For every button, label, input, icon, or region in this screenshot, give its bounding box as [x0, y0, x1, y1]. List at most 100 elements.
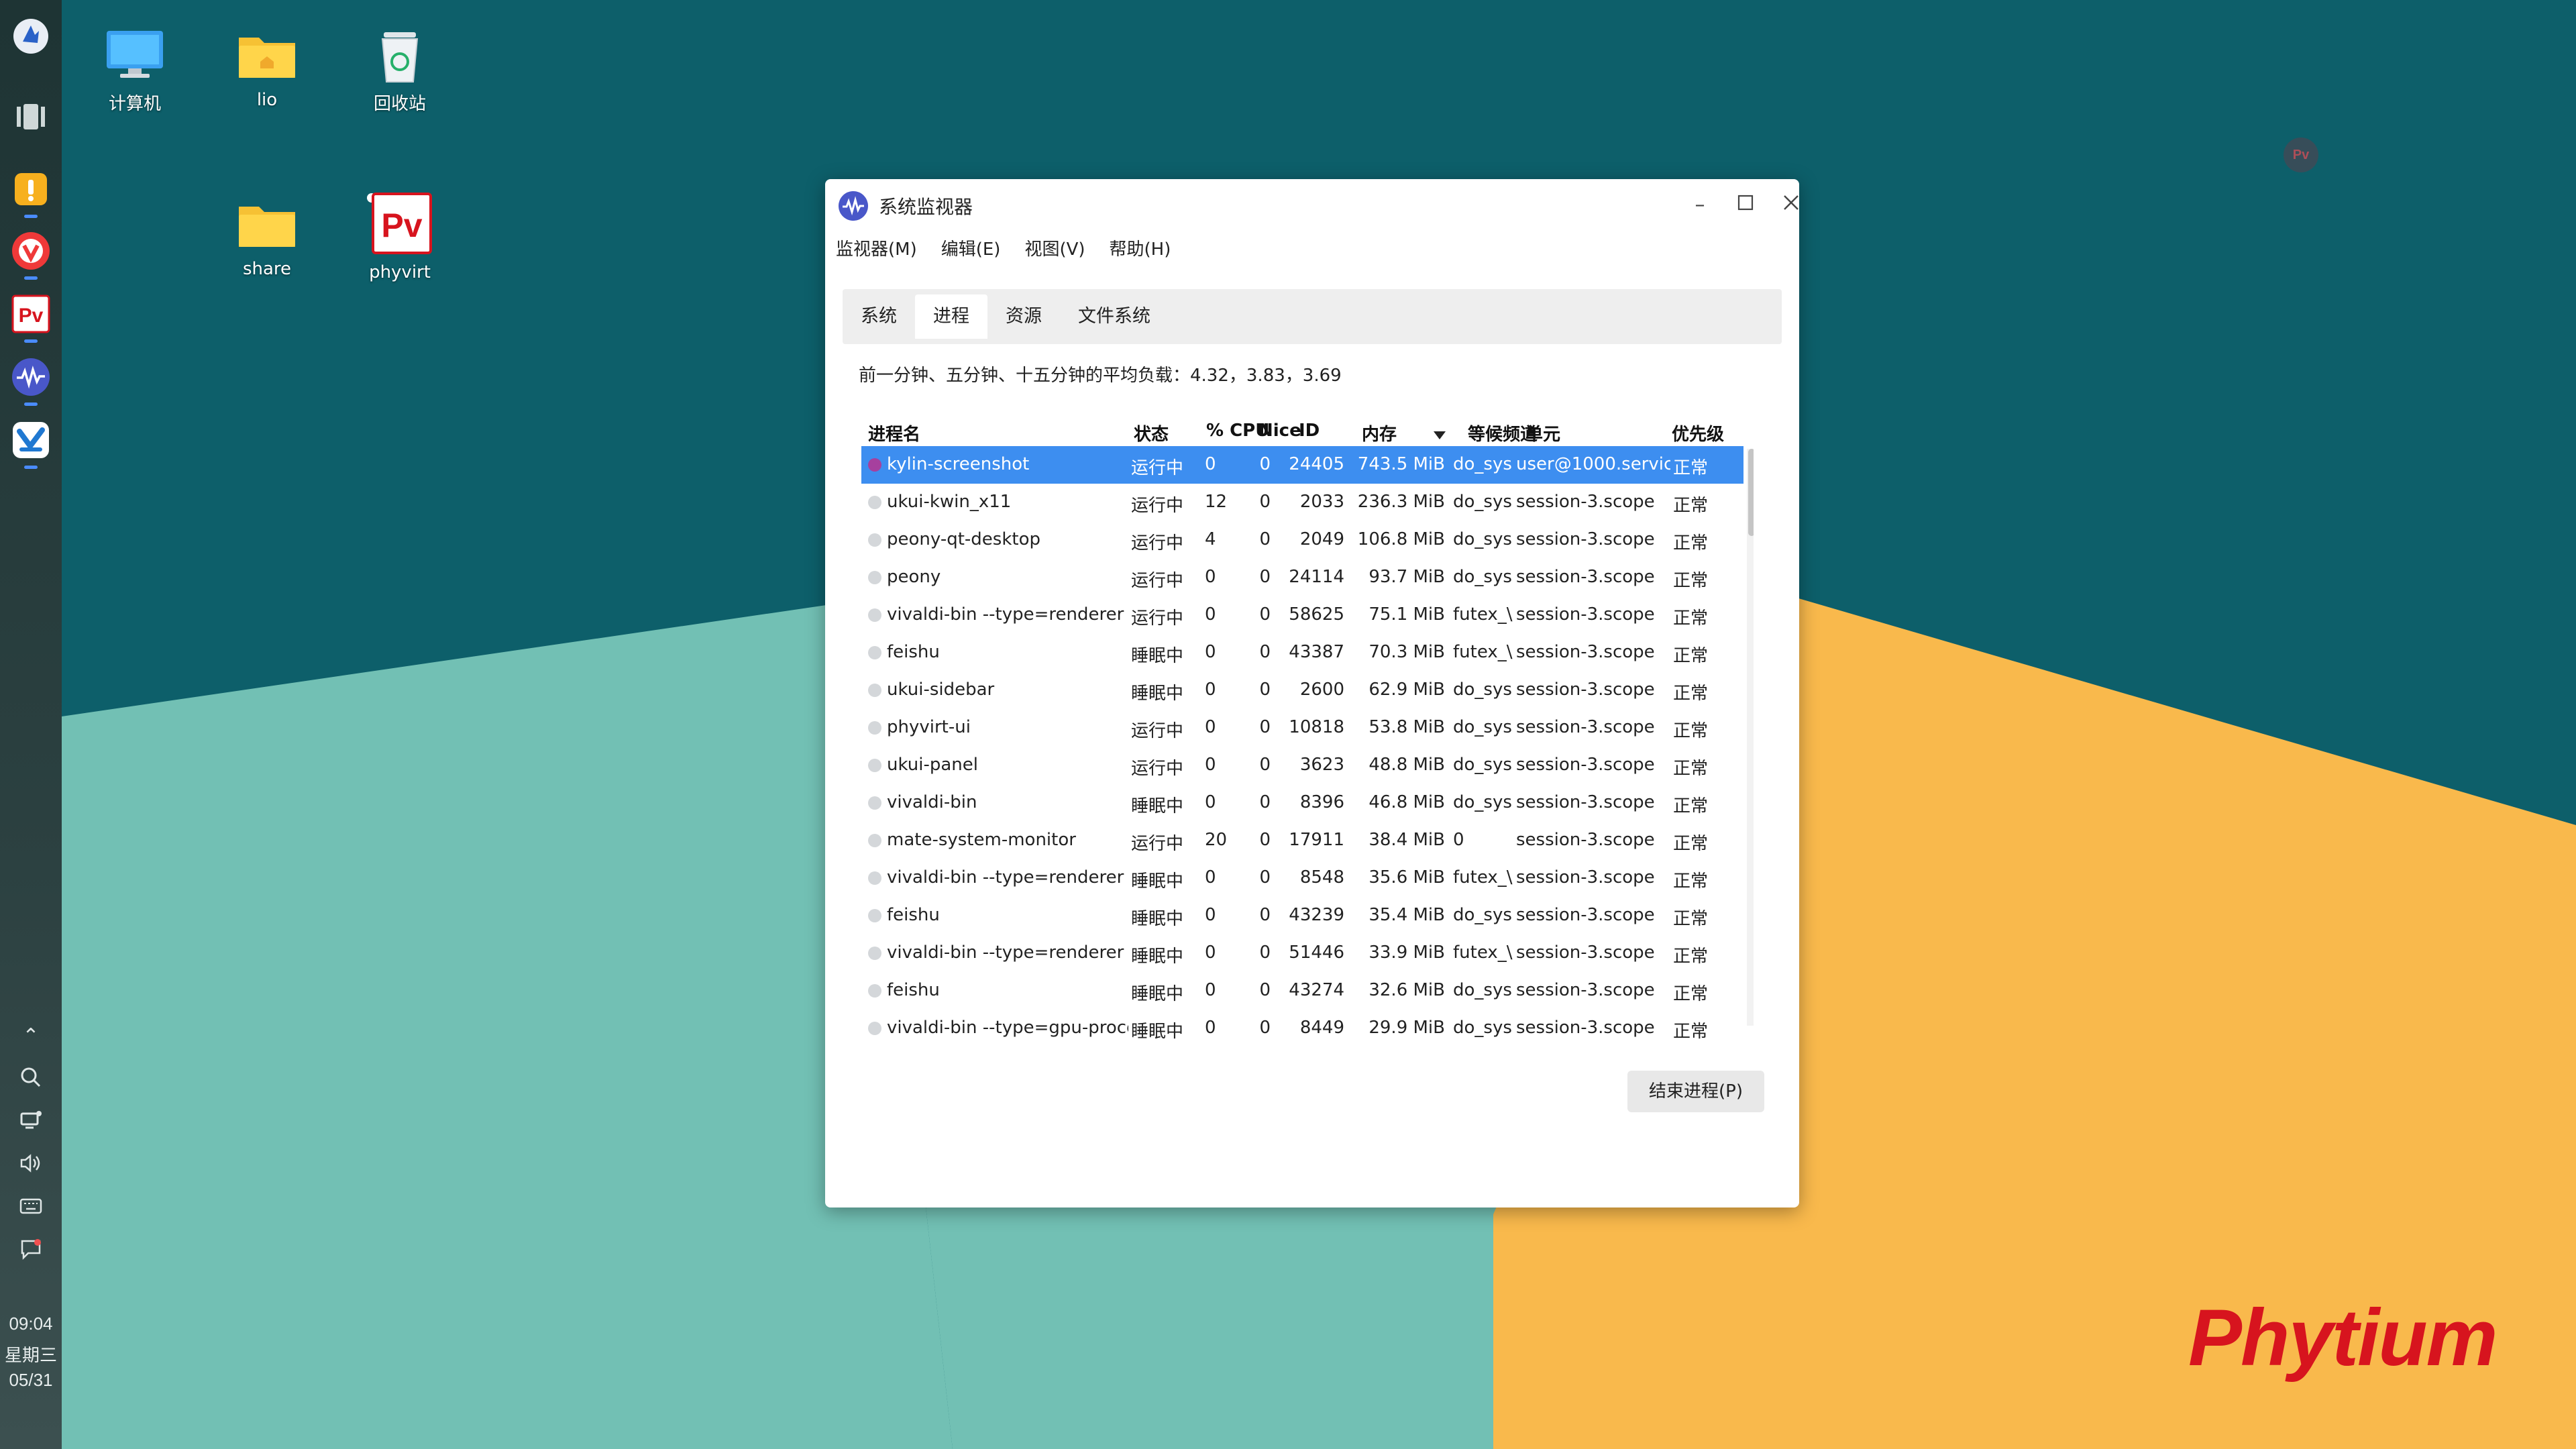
cell-nice: 0 — [1259, 943, 1271, 963]
desktop-icon-share[interactable]: share — [213, 196, 321, 279]
col-header-unit[interactable]: 单元 — [1525, 421, 1560, 445]
clock-weekday[interactable]: 星期三 — [0, 1342, 62, 1366]
process-icon — [868, 984, 881, 998]
tab-resources[interactable]: 资源 — [987, 289, 1060, 344]
desktop-icon-trash[interactable]: 回收站 — [346, 27, 453, 115]
multitask-icon[interactable] — [9, 95, 52, 138]
table-row[interactable]: ukui-kwin_x11 运行中 12 0 2033 236.3 MiB do_sys se… — [861, 484, 1743, 521]
title-bar[interactable]: 系统监视器 – — [825, 179, 1799, 230]
cell-status: 睡眠中 — [1131, 646, 1184, 666]
pv-badge[interactable]: Pv — [2284, 138, 2318, 172]
desktop-icon-computer[interactable]: 计算机 — [81, 27, 189, 115]
screenshot-icon[interactable] — [9, 419, 52, 462]
cell-nice: 0 — [1259, 492, 1271, 512]
cell-nice: 0 — [1259, 1018, 1271, 1038]
table-row[interactable]: vivaldi-bin --type=gpu-proce 睡眠中 0 0 8449 29.… — [861, 1010, 1743, 1047]
notes-icon[interactable] — [9, 168, 52, 211]
col-header-name[interactable]: 进程名 — [868, 421, 920, 445]
desktop-icon-lio[interactable]: lio — [213, 27, 321, 110]
search-icon[interactable] — [17, 1065, 44, 1092]
cell-priority: 正常 — [1673, 796, 1709, 816]
table-row[interactable]: feishu 睡眠中 0 0 43387 70.3 MiB futex_\ session-3… — [861, 634, 1743, 672]
menu-help[interactable]: 帮助(H) — [1110, 234, 1183, 265]
folder-icon — [239, 38, 295, 78]
table-row[interactable]: phyvirt-ui 运行中 0 0 10818 53.8 MiB do_sys sessio… — [861, 709, 1743, 747]
menu-view[interactable]: 视图(V) — [1024, 234, 1097, 265]
process-icon — [868, 796, 881, 810]
cell-unit: session-3.scope — [1516, 755, 1655, 775]
table-row[interactable]: vivaldi-bin --type=renderer -- 运行中 0 0 58625… — [861, 596, 1743, 634]
system-monitor-window: 系统监视器 – 监视器(M) 编辑(E) 视图(V) 帮助(H) 系统 进程 资… — [825, 179, 1799, 1208]
table-row[interactable]: kylin-screenshot 运行中 0 0 24405 743.5 MiB do_sy… — [861, 446, 1743, 484]
cell-priority: 正常 — [1673, 458, 1709, 478]
tab-system[interactable]: 系统 — [843, 289, 915, 344]
cell-unit: session-3.scope — [1516, 1018, 1655, 1038]
table-row[interactable]: peony-qt-desktop 运行中 4 0 2049 106.8 MiB do_sys… — [861, 521, 1743, 559]
cell-nice: 0 — [1259, 755, 1271, 775]
table-row[interactable]: vivaldi-bin --type=renderer -- 睡眠中 0 0 51446… — [861, 934, 1743, 972]
tab-processes[interactable]: 进程 — [915, 294, 987, 339]
table-row[interactable]: mate-system-monitor 运行中 20 0 17911 38.4 MiB 0 s… — [861, 822, 1743, 859]
process-icon — [868, 1022, 881, 1035]
cell-priority: 正常 — [1673, 608, 1709, 629]
cell-unit: session-3.scope — [1516, 792, 1655, 812]
clock-time[interactable]: 09:04 — [0, 1313, 62, 1334]
desktop-icon-phyvirt[interactable]: Pv phyvirt — [346, 191, 453, 282]
cell-cpu: 0 — [1205, 943, 1216, 963]
cell-priority: 正常 — [1673, 571, 1709, 591]
col-header-status[interactable]: 状态 — [1134, 421, 1169, 445]
minimize-button[interactable]: – — [1682, 189, 1717, 222]
cell-pid: 58625 — [1289, 604, 1344, 625]
cell-priority: 正常 — [1673, 721, 1709, 741]
notification-icon[interactable] — [17, 1237, 44, 1264]
col-header-id[interactable]: ID — [1299, 421, 1320, 441]
cell-pid: 17911 — [1289, 830, 1344, 850]
keyboard-icon[interactable] — [17, 1194, 44, 1221]
phyvirt-icon[interactable]: Pv — [9, 292, 52, 335]
chevron-up-icon[interactable]: ⌃ — [17, 1023, 44, 1050]
cell-cpu: 0 — [1205, 642, 1216, 662]
cell-process-name: mate-system-monitor — [887, 830, 1076, 850]
table-row[interactable]: vivaldi-bin 睡眠中 0 0 8396 46.8 MiB do_sys sessio… — [861, 784, 1743, 822]
cell-nice: 0 — [1259, 867, 1271, 888]
col-header-nice[interactable]: Nice — [1258, 421, 1301, 441]
volume-icon[interactable] — [17, 1151, 44, 1178]
vertical-scrollbar[interactable] — [1747, 449, 1754, 1026]
close-button[interactable] — [1774, 189, 1799, 222]
table-row[interactable]: peony 运行中 0 0 24114 93.7 MiB do_sys session-3.s… — [861, 559, 1743, 596]
cell-process-name: vivaldi-bin --type=renderer -- — [887, 867, 1128, 888]
table-row[interactable]: vivaldi-bin --type=renderer -- 睡眠中 0 0 8548 3… — [861, 859, 1743, 897]
scrollbar-thumb[interactable] — [1748, 449, 1754, 536]
desktop-icon-label: share — [242, 259, 292, 279]
system-monitor-icon[interactable] — [9, 356, 52, 398]
end-process-button[interactable]: 结束进程(P) — [1627, 1071, 1764, 1112]
table-row[interactable]: ukui-panel 运行中 0 0 3623 48.8 MiB do_sys session… — [861, 747, 1743, 784]
cell-pid: 2600 — [1299, 680, 1344, 700]
cell-memory: 33.9 MiB — [1368, 943, 1445, 963]
cell-pid: 8548 — [1299, 867, 1344, 888]
table-row[interactable]: feishu 睡眠中 0 0 43274 32.6 MiB do_sys session-3.… — [861, 972, 1743, 1010]
cell-pid: 8396 — [1299, 792, 1344, 812]
col-header-priority[interactable]: 优先级 — [1672, 421, 1724, 445]
tab-filesystems[interactable]: 文件系统 — [1060, 289, 1169, 344]
process-icon — [868, 571, 881, 584]
trash-icon — [381, 32, 419, 83]
cell-priority: 正常 — [1673, 496, 1709, 516]
network-icon[interactable] — [17, 1108, 44, 1135]
cell-cpu: 0 — [1205, 567, 1216, 587]
table-row[interactable]: ukui-sidebar 睡眠中 0 0 2600 62.9 MiB do_sys sessi… — [861, 672, 1743, 709]
cell-nice: 0 — [1259, 830, 1271, 850]
maximize-button[interactable] — [1728, 189, 1763, 222]
cell-priority: 正常 — [1673, 646, 1709, 666]
vivaldi-icon[interactable] — [9, 229, 52, 272]
menu-edit[interactable]: 编辑(E) — [941, 234, 1013, 265]
start-menu-icon[interactable] — [9, 15, 52, 58]
clock-date[interactable]: 05/31 — [0, 1370, 62, 1391]
menu-monitor[interactable]: 监视器(M) — [836, 234, 929, 265]
process-icon — [868, 684, 881, 697]
cell-status: 睡眠中 — [1131, 909, 1184, 929]
cell-process-name: peony-qt-desktop — [887, 529, 1040, 549]
col-header-memory[interactable]: 内存 — [1362, 421, 1397, 445]
cell-priority: 正常 — [1673, 684, 1709, 704]
table-row[interactable]: feishu 睡眠中 0 0 43239 35.4 MiB do_sys session-3.… — [861, 897, 1743, 934]
